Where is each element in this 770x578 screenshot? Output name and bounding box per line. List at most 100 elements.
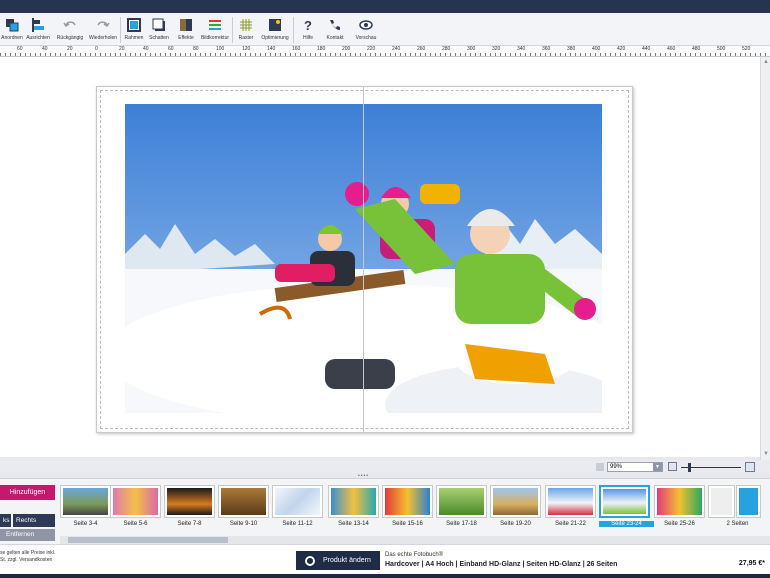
change-product-label: Produkt ändern <box>323 557 371 564</box>
ruler-tick: 0 <box>95 46 98 52</box>
thumbnail-label: Seite 5-6 <box>123 521 148 527</box>
thumbnail-label: Seite 7-8 <box>177 521 202 527</box>
ruler-tick: 300 <box>467 46 476 52</box>
change-product-button[interactable]: Produkt ändern <box>296 551 380 570</box>
thumbnail-label: Seite 3-4 <box>73 521 98 527</box>
ruler-tick: 400 <box>592 46 601 52</box>
settings-icon <box>305 556 315 566</box>
vertical-scrollbar[interactable]: ▲ ▼ <box>760 57 770 460</box>
frame-icon <box>127 18 141 32</box>
thumbnail[interactable] <box>654 485 705 518</box>
thumbnail[interactable] <box>272 485 323 518</box>
ruler-tick: 60 <box>17 46 23 52</box>
ruler-tick: 220 <box>367 46 376 52</box>
ruler-tick: 240 <box>392 46 401 52</box>
product-description: Hardcover | A4 Hoch | Einband HD-Glanz |… <box>385 561 618 568</box>
panel-resize-handle[interactable]: •••• <box>358 473 374 479</box>
thumbnail-label: 2 Seiten <box>726 521 749 527</box>
book-spine-line <box>363 87 364 432</box>
undo-label: Rückgängig <box>56 35 84 41</box>
help-button[interactable]: ? Hilfe <box>296 15 320 45</box>
frame-label: Rahmen <box>124 35 144 41</box>
align-label: Ausrichten <box>26 35 50 41</box>
thumbnail[interactable] <box>382 485 433 518</box>
zoom-out-icon[interactable] <box>668 462 677 471</box>
effects-label: Effekte <box>178 35 194 41</box>
zoom-in-icon[interactable] <box>745 462 755 472</box>
thumbnail-selected[interactable] <box>599 485 650 518</box>
thumbnail[interactable] <box>218 485 269 518</box>
optimize-button[interactable]: Optimierung <box>259 15 291 45</box>
thumbnail[interactable] <box>490 485 541 518</box>
frame-button[interactable]: Rahmen <box>122 15 146 45</box>
thumbnail-label: Seite 17-18 <box>446 521 477 527</box>
ruler-tick: 40 <box>42 46 48 52</box>
zoom-select[interactable]: 99% ▼ <box>607 462 663 472</box>
redo-icon <box>97 21 110 28</box>
thumbnail[interactable] <box>708 485 735 518</box>
page-thumbnail-strip: Seite 3-4 Seite 5-6 Seite 7-8 Seite 9-10… <box>0 478 770 544</box>
grid-label: Raster <box>238 35 254 41</box>
ruler-tick: 320 <box>492 46 501 52</box>
contact-button[interactable]: Kontakt <box>322 15 348 45</box>
add-pages-button[interactable] <box>736 485 761 518</box>
effects-button[interactable]: Effekte <box>173 15 199 45</box>
preview-label: Vorschau <box>355 35 377 41</box>
align-icon <box>32 18 44 32</box>
thumbnail[interactable] <box>164 485 215 518</box>
optimize-label: Optimierung <box>261 35 289 41</box>
zoom-value: 99% <box>610 464 623 470</box>
remove-page-button[interactable]: Entfernen <box>0 529 55 541</box>
grid-icon <box>240 19 252 31</box>
move-left-button[interactable]: ks <box>0 514 11 527</box>
ruler-tick: 260 <box>417 46 426 52</box>
title-bar <box>0 0 770 13</box>
shadow-icon <box>152 18 165 31</box>
thumbnail-label: Seite 15-16 <box>392 521 423 527</box>
add-page-button[interactable]: Hinzufügen <box>0 485 55 500</box>
product-title: Das echte Fotobuch® <box>385 552 444 558</box>
thumbnail[interactable] <box>545 485 596 518</box>
thumbnail[interactable] <box>110 485 161 518</box>
align-button[interactable]: Ausrichten <box>24 15 52 45</box>
help-label: Hilfe <box>302 35 313 41</box>
scroll-right-icon[interactable] <box>596 463 604 471</box>
ruler-tick: 120 <box>242 46 251 52</box>
thumbnail-label: Seite 25-26 <box>664 521 695 527</box>
arrange-button[interactable]: Anordnen <box>0 15 24 45</box>
image-correction-button[interactable]: Bildkorrektur <box>199 15 231 45</box>
shadow-button[interactable]: Schatten <box>147 15 171 45</box>
footer: se gelten alle Preise inkl. St. zzgl. Ve… <box>0 544 770 574</box>
arrange-icon <box>6 19 19 32</box>
eye-icon <box>359 20 373 30</box>
toolbar-separator <box>293 17 294 43</box>
ruler-tick: 60 <box>168 46 174 52</box>
move-right-button[interactable]: Rechts <box>13 514 55 527</box>
thumbnail[interactable] <box>328 485 379 518</box>
ruler-tick: 460 <box>667 46 676 52</box>
redo-button[interactable]: Wiederholen <box>87 15 119 45</box>
scrollbar-thumb[interactable] <box>68 537 228 543</box>
help-icon: ? <box>304 18 312 32</box>
ruler-scale <box>0 53 770 56</box>
ruler-tick: 200 <box>342 46 351 52</box>
price-note-line: St. zzgl. Versandkosten <box>0 557 53 563</box>
zoom-slider-handle[interactable] <box>688 463 691 472</box>
scroll-up-icon[interactable]: ▲ <box>762 58 770 66</box>
scroll-down-icon[interactable]: ▼ <box>762 450 770 458</box>
chevron-down-icon[interactable]: ▼ <box>653 463 662 471</box>
undo-button[interactable]: Rückgängig <box>55 15 85 45</box>
ruler-tick: 100 <box>216 46 225 52</box>
thumbnail[interactable] <box>436 485 487 518</box>
horizontal-scrollbar[interactable] <box>60 536 770 544</box>
toolbar-separator <box>232 17 233 43</box>
ruler-tick: 160 <box>292 46 301 52</box>
preview-button[interactable]: Vorschau <box>352 15 380 45</box>
thumbnail-label: Seite 11-12 <box>282 521 313 527</box>
thumbnail[interactable] <box>60 485 111 518</box>
grid-button[interactable]: Raster <box>234 15 258 45</box>
price-note: se gelten alle Preise inkl. St. zzgl. Ve… <box>0 550 55 564</box>
ruler-tick: 180 <box>317 46 326 52</box>
horizontal-ruler: 60 40 20 0 20 40 60 80 100 120 140 160 1… <box>0 46 770 57</box>
thumbnail-label: Seite 19-20 <box>500 521 531 527</box>
